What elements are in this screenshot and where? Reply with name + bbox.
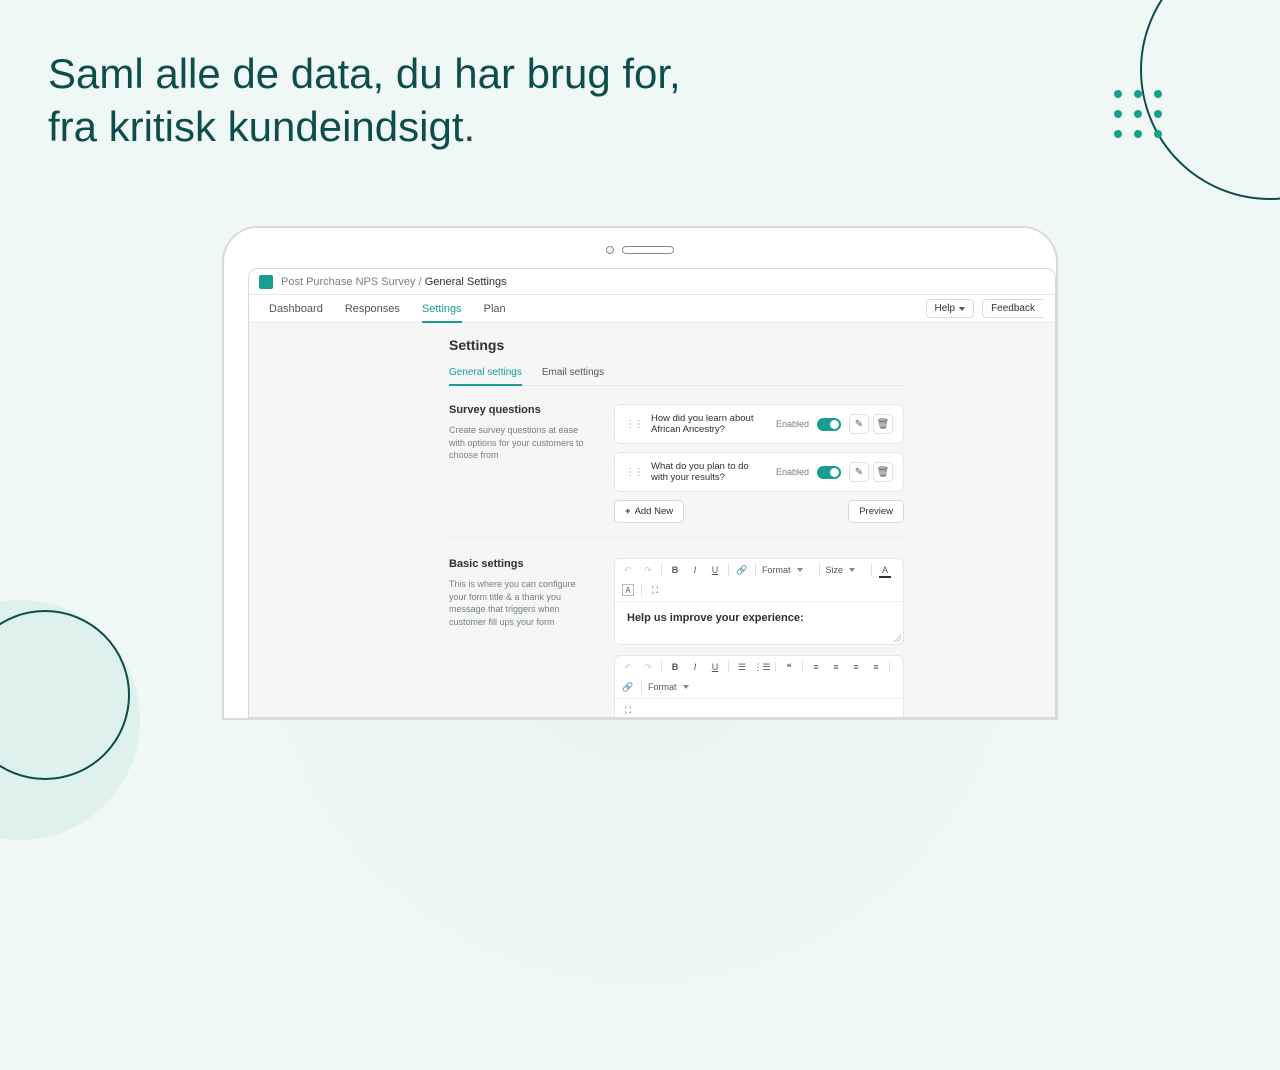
enable-toggle[interactable]: [817, 466, 841, 479]
quote-icon[interactable]: ❝: [782, 660, 796, 674]
pencil-icon: ✎: [855, 419, 863, 430]
align-right-icon[interactable]: ≡: [849, 660, 863, 674]
nav-bar: Dashboard Responses Settings Plan Help F…: [249, 295, 1055, 323]
trash-icon: 🗑: [877, 467, 890, 478]
delete-button[interactable]: 🗑: [873, 462, 893, 482]
question-card: ⋮⋮ How did you learn about African Ances…: [614, 404, 904, 444]
breadcrumb: Post Purchase NPS Survey / General Setti…: [281, 276, 507, 288]
redo-icon[interactable]: ↷: [641, 563, 655, 577]
sub-tabs: General settings Email settings: [449, 367, 904, 386]
delete-button[interactable]: 🗑: [873, 414, 893, 434]
bold-icon[interactable]: B: [668, 563, 682, 577]
underline-icon[interactable]: U: [708, 563, 722, 577]
expand-icon[interactable]: ⛶: [621, 703, 635, 717]
format-select[interactable]: Format: [648, 682, 699, 692]
survey-section-title: Survey questions: [449, 404, 594, 416]
redo-icon[interactable]: ↷: [641, 660, 655, 674]
basic-section-desc: This is where you can configure your for…: [449, 578, 594, 628]
chevron-down-icon: [959, 307, 965, 311]
headline-line-2: fra kritisk kundeindsigt.: [48, 101, 681, 154]
nav-plan[interactable]: Plan: [484, 303, 506, 315]
edit-button[interactable]: ✎: [849, 462, 869, 482]
text-color-icon[interactable]: A: [878, 563, 892, 577]
undo-icon[interactable]: ↶: [621, 563, 635, 577]
help-dropdown[interactable]: Help: [926, 299, 975, 318]
editor-toolbar-row2: ⛶: [615, 699, 903, 718]
thankyou-editor: ↶ ↷ B I U ☰ ⋮☰ ❝ ≡: [614, 655, 904, 718]
bg-color-icon[interactable]: A: [621, 583, 635, 597]
size-select[interactable]: Size: [826, 565, 866, 575]
editor-content[interactable]: Help us improve your experience:: [615, 602, 903, 644]
preview-button[interactable]: Preview: [848, 500, 904, 523]
tablet-camera: [606, 246, 674, 254]
app-window: Post Purchase NPS Survey / General Setti…: [248, 268, 1056, 718]
survey-section-desc: Create survey questions at ease with opt…: [449, 424, 594, 462]
breadcrumb-current: General Settings: [425, 276, 507, 288]
question-status: Enabled: [776, 419, 809, 429]
content-area: Settings General settings Email settings…: [249, 323, 1055, 718]
enable-toggle[interactable]: [817, 418, 841, 431]
link-icon[interactable]: 🔗: [621, 680, 635, 694]
nav-responses[interactable]: Responses: [345, 303, 400, 315]
top-bar: Post Purchase NPS Survey / General Setti…: [249, 269, 1055, 295]
tablet-frame: Post Purchase NPS Survey / General Setti…: [222, 226, 1058, 720]
breadcrumb-app[interactable]: Post Purchase NPS Survey: [281, 276, 416, 288]
app-logo-icon: [259, 275, 273, 289]
title-editor: ↶ ↷ B I U 🔗 Format Size: [614, 558, 904, 645]
bold-icon[interactable]: B: [668, 660, 682, 674]
feedback-button[interactable]: Feedback: [982, 299, 1043, 318]
expand-icon[interactable]: ⛶: [648, 583, 662, 597]
ordered-list-icon[interactable]: ☰: [735, 660, 749, 674]
tab-general-settings[interactable]: General settings: [449, 367, 522, 386]
nav-dashboard[interactable]: Dashboard: [269, 303, 323, 315]
link-icon[interactable]: 🔗: [735, 563, 749, 577]
pencil-icon: ✎: [855, 467, 863, 478]
editor-toolbar: ↶ ↷ B I U ☰ ⋮☰ ❝ ≡: [615, 656, 903, 699]
question-text: What do you plan to do with your results…: [651, 461, 768, 483]
drag-handle-icon[interactable]: ⋮⋮: [625, 467, 643, 478]
italic-icon[interactable]: I: [688, 563, 702, 577]
unordered-list-icon[interactable]: ⋮☰: [755, 660, 769, 674]
question-status: Enabled: [776, 467, 809, 477]
drag-handle-icon[interactable]: ⋮⋮: [625, 419, 643, 430]
headline-line-1: Saml alle de data, du har brug for,: [48, 48, 681, 101]
decorative-dot-grid: [1114, 90, 1162, 138]
edit-button[interactable]: ✎: [849, 414, 869, 434]
survey-questions-section: Survey questions Create survey questions…: [449, 404, 904, 538]
align-justify-icon[interactable]: ≡: [869, 660, 883, 674]
question-card: ⋮⋮ What do you plan to do with your resu…: [614, 452, 904, 492]
plus-icon: +: [625, 506, 631, 517]
basic-section-title: Basic settings: [449, 558, 594, 570]
align-left-icon[interactable]: ≡: [809, 660, 823, 674]
marketing-headline: Saml alle de data, du har brug for, fra …: [48, 48, 681, 153]
add-new-button[interactable]: + Add New: [614, 500, 684, 523]
format-select[interactable]: Format: [762, 565, 813, 575]
resize-grip-icon[interactable]: [893, 634, 901, 642]
page-title: Settings: [449, 337, 1055, 353]
tab-email-settings[interactable]: Email settings: [542, 367, 604, 385]
align-center-icon[interactable]: ≡: [829, 660, 843, 674]
underline-icon[interactable]: U: [708, 660, 722, 674]
trash-icon: 🗑: [877, 419, 890, 430]
question-text: How did you learn about African Ancestry…: [651, 413, 768, 435]
undo-icon[interactable]: ↶: [621, 660, 635, 674]
italic-icon[interactable]: I: [688, 660, 702, 674]
nav-settings[interactable]: Settings: [422, 303, 462, 315]
editor-toolbar: ↶ ↷ B I U 🔗 Format Size: [615, 559, 903, 602]
basic-settings-section: Basic settings This is where you can con…: [449, 558, 904, 718]
